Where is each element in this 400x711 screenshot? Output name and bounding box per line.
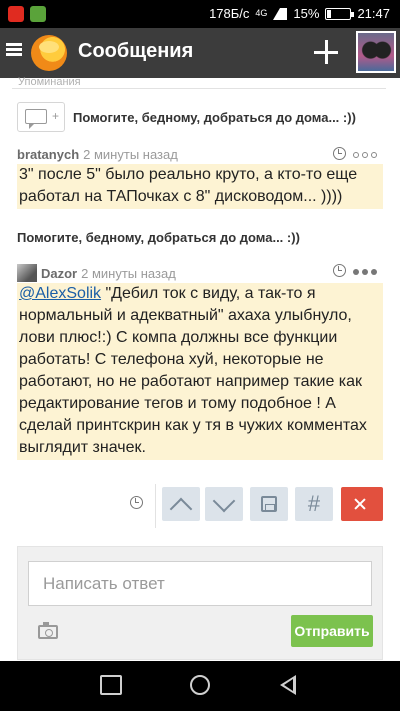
- mentions-header: Упоминания: [18, 76, 81, 88]
- reply-box: Отправить: [17, 546, 383, 660]
- new-post-button[interactable]: [304, 30, 348, 74]
- app-logo: [31, 35, 67, 71]
- save-icon: [261, 496, 277, 512]
- clock-time: 21:47: [357, 6, 390, 21]
- comment-author[interactable]: Dazor: [41, 266, 77, 281]
- battery-icon: [325, 7, 355, 20]
- comment-text: 3" после 5" было реально круто, а кто-то…: [17, 164, 383, 209]
- battery-percent: 15%: [293, 6, 320, 21]
- vote-up-button[interactable]: [162, 487, 200, 521]
- thread-title[interactable]: Помогите, бедному, добраться до дома... …: [17, 230, 300, 245]
- delete-button[interactable]: [341, 487, 383, 521]
- reply-input[interactable]: [28, 561, 372, 606]
- avatar[interactable]: [356, 31, 396, 73]
- page-title: Сообщения: [78, 40, 194, 62]
- divider: [155, 484, 156, 528]
- more-icon[interactable]: [353, 152, 377, 158]
- plus-icon: +: [52, 109, 60, 123]
- clock-icon[interactable]: [333, 147, 346, 160]
- send-button[interactable]: Отправить: [291, 615, 373, 647]
- post-header: + Помогите, бедному, добраться до дома..…: [17, 102, 356, 132]
- clock-icon[interactable]: [333, 264, 346, 277]
- status-bar: 178Б/с 4G 15% 21:47: [0, 0, 400, 28]
- youtube-notification-icon: [8, 6, 24, 22]
- divider: [12, 88, 386, 89]
- avatar[interactable]: [17, 264, 37, 282]
- more-icon[interactable]: [353, 269, 377, 275]
- comment-author[interactable]: bratanych: [17, 147, 79, 162]
- recents-icon[interactable]: [100, 675, 122, 695]
- app-notification-icon: [30, 6, 46, 22]
- home-icon[interactable]: [190, 675, 210, 695]
- comment-time: 2 минуты назад: [81, 266, 176, 281]
- app-bar: Сообщения: [0, 28, 400, 78]
- clock-icon[interactable]: [130, 496, 143, 509]
- vote-down-button[interactable]: [205, 487, 243, 521]
- system-nav-bar: [0, 661, 400, 711]
- post-title[interactable]: Помогите, бедному, добраться до дома... …: [73, 110, 356, 125]
- comment-text-body: "Дебил ток с виду, а так-то я нормальный…: [19, 285, 367, 456]
- comment-icon: [25, 109, 47, 129]
- menu-icon[interactable]: [6, 43, 22, 56]
- comment-header: bratanych 2 минуты назад: [17, 147, 387, 163]
- comment-header: Dazor 2 минуты назад: [17, 264, 387, 282]
- mention-link[interactable]: @AlexSolik: [19, 285, 101, 302]
- save-button[interactable]: [250, 487, 288, 521]
- network-speed: 178Б/с: [209, 6, 250, 21]
- add-comment-button[interactable]: +: [17, 102, 65, 132]
- back-icon[interactable]: [280, 675, 296, 695]
- link-button[interactable]: #: [295, 487, 333, 521]
- comment-text: @AlexSolik "Дебил ток с виду, а так-то я…: [17, 283, 383, 460]
- camera-icon[interactable]: [38, 622, 58, 639]
- signal-icon: [273, 7, 288, 20]
- network-type: 4G: [255, 8, 268, 18]
- comment-time: 2 минуты назад: [83, 147, 178, 162]
